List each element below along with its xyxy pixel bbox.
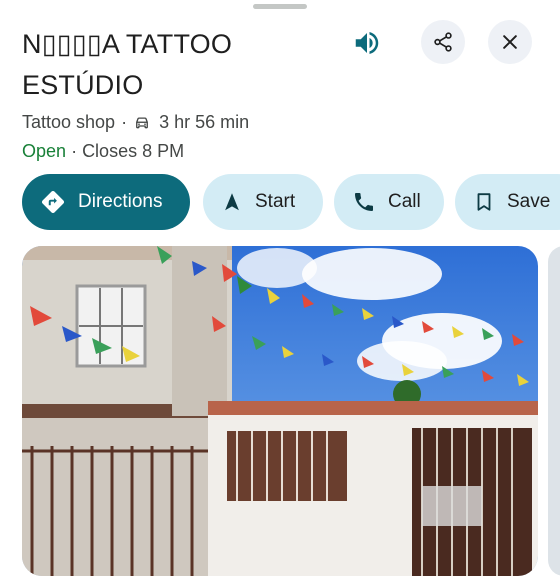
next-photo-peek[interactable] — [548, 246, 560, 576]
save-button[interactable]: Save — [455, 174, 560, 230]
bookmark-icon — [477, 193, 491, 211]
directions-label: Directions — [78, 191, 163, 212]
hours-row[interactable]: Open · Closes 8 PM — [22, 141, 184, 162]
close-button[interactable] — [488, 20, 532, 64]
navigation-arrow-icon — [225, 193, 239, 211]
close-icon — [503, 35, 517, 49]
car-icon — [136, 116, 149, 128]
directions-button[interactable]: Directions — [22, 174, 190, 230]
directions-icon — [41, 190, 65, 214]
place-title: N▯▯▯▯A TATTOO ESTÚDIO — [22, 29, 233, 100]
closing-time: Closes 8 PM — [82, 141, 185, 161]
meta-separator: · — [121, 112, 128, 132]
place-photo[interactable] — [22, 246, 538, 576]
speaker-icon — [355, 32, 379, 54]
phone-icon — [355, 193, 373, 211]
start-button[interactable]: Start — [203, 174, 323, 230]
drag-handle[interactable] — [253, 4, 307, 9]
save-label: Save — [507, 191, 551, 212]
hours-separator: · — [71, 141, 83, 161]
drive-time: 3 hr 56 min — [159, 112, 250, 132]
share-button[interactable] — [421, 20, 465, 64]
street-view-image — [22, 246, 538, 576]
listen-button[interactable] — [350, 26, 384, 60]
category-label: Tattoo shop — [22, 112, 116, 132]
call-label: Call — [388, 191, 421, 212]
call-button[interactable]: Call — [334, 174, 444, 230]
open-status: Open — [22, 141, 67, 161]
start-label: Start — [255, 191, 296, 212]
place-meta-row: Tattoo shop · 3 hr 56 min — [22, 112, 249, 133]
action-chips: Directions Start Call Save — [22, 174, 560, 230]
share-icon — [434, 32, 452, 52]
